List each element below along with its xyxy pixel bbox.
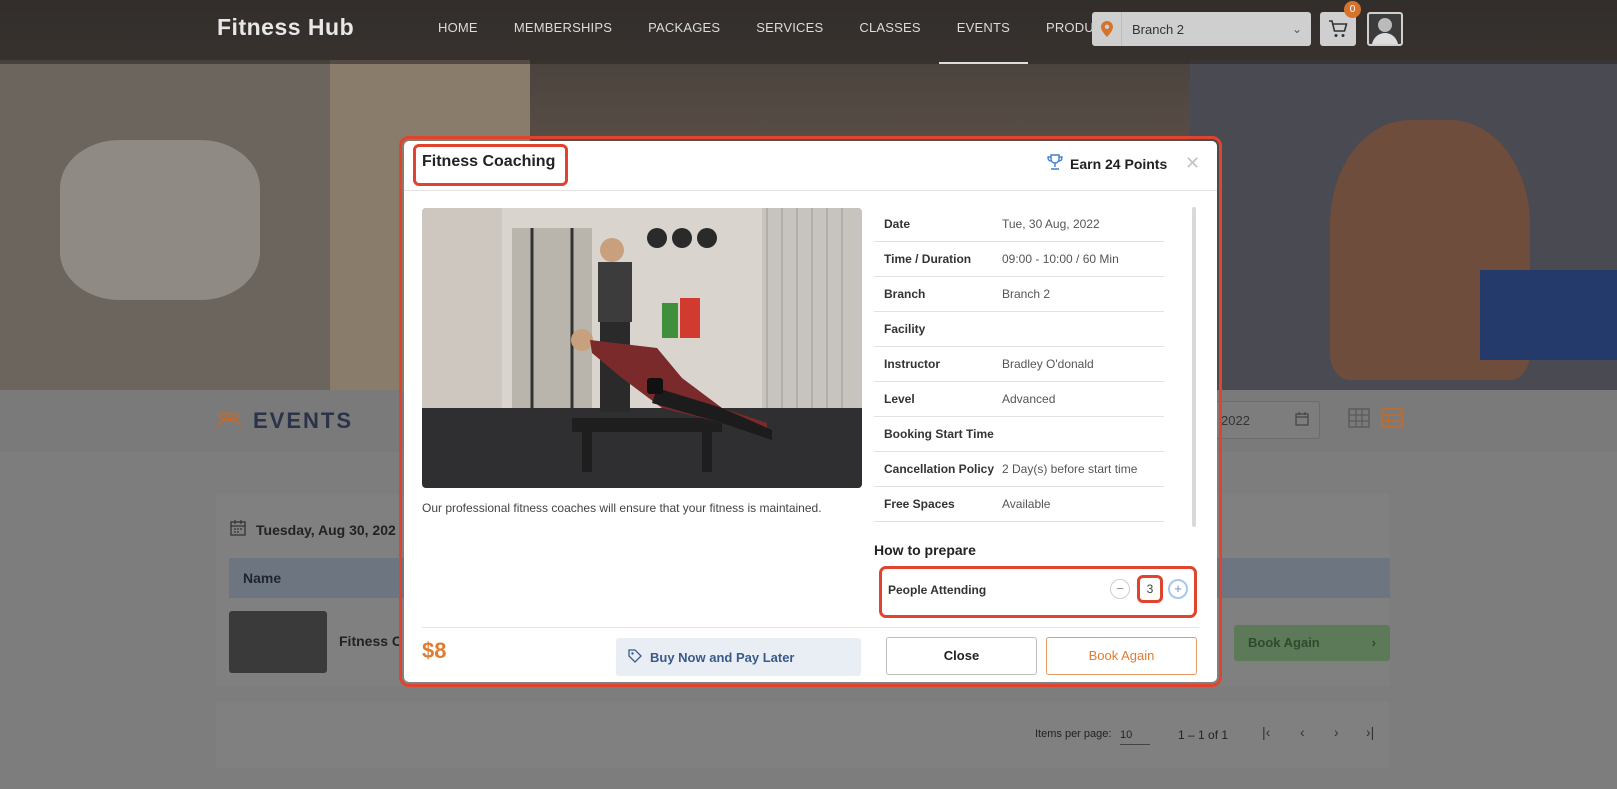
detail-row: Instructor Bradley O'donald bbox=[874, 347, 1164, 382]
detail-value: 09:00 - 10:00 / 60 Min bbox=[1002, 252, 1119, 266]
prepare-heading: How to prepare bbox=[874, 542, 976, 558]
close-icon[interactable]: ✕ bbox=[1185, 153, 1200, 174]
attending-count[interactable]: 3 bbox=[1137, 575, 1163, 603]
group-icon bbox=[217, 408, 241, 434]
detail-row: Cancellation Policy 2 Day(s) before start… bbox=[874, 452, 1164, 487]
detail-key: Facility bbox=[884, 322, 926, 336]
events-heading: EVENTS bbox=[217, 408, 353, 434]
detail-row: Time / Duration 09:00 - 10:00 / 60 Min bbox=[874, 242, 1164, 277]
detail-key: Booking Start Time bbox=[884, 427, 994, 441]
close-button[interactable]: Close bbox=[886, 637, 1037, 675]
chevron-right-icon: › bbox=[1371, 635, 1376, 650]
modal-header: Fitness Coaching Earn 24 Points ✕ bbox=[404, 141, 1217, 191]
event-image bbox=[422, 208, 862, 488]
nav-classes[interactable]: CLASSES bbox=[841, 0, 938, 64]
row-book-again-label: Book Again bbox=[1248, 635, 1320, 650]
buy-now-pay-later-button[interactable]: Buy Now and Pay Later bbox=[616, 638, 861, 676]
event-detail-modal: Fitness Coaching Earn 24 Points ✕ Our pr… bbox=[404, 141, 1217, 682]
items-per-page-select[interactable]: 10 bbox=[1120, 725, 1150, 745]
detail-value: Tue, 30 Aug, 2022 bbox=[1002, 217, 1100, 231]
cart-icon bbox=[1329, 20, 1348, 37]
event-description: Our professional fitness coaches will en… bbox=[422, 501, 822, 515]
main-nav: HOME MEMBERSHIPS PACKAGES SERVICES CLASS… bbox=[420, 0, 1139, 64]
detail-value: Branch 2 bbox=[1002, 287, 1051, 301]
event-details-table: Date Tue, 30 Aug, 2022 Time / Duration 09:… bbox=[874, 207, 1164, 522]
column-name: Name bbox=[243, 570, 282, 586]
table-view-icon[interactable] bbox=[1381, 408, 1405, 430]
nav-events[interactable]: EVENTS bbox=[938, 0, 1028, 64]
prev-page-icon[interactable]: ‹ bbox=[1300, 724, 1305, 740]
detail-key: Branch bbox=[884, 287, 926, 301]
row-book-again-button[interactable]: Book Again › bbox=[1234, 625, 1390, 661]
branch-select[interactable]: Branch 2 ⌄ bbox=[1092, 12, 1311, 46]
nav-packages[interactable]: PACKAGES bbox=[630, 0, 738, 64]
bnpl-label: Buy Now and Pay Later bbox=[650, 649, 795, 665]
calendar-icon bbox=[1295, 411, 1309, 429]
detail-row: Free Spaces Available bbox=[874, 487, 1164, 522]
details-scrollbar[interactable] bbox=[1192, 207, 1196, 527]
date-filter[interactable]: 2022 bbox=[1208, 401, 1320, 439]
detail-key: Time / Duration bbox=[884, 252, 972, 266]
date-filter-value: 2022 bbox=[1221, 412, 1250, 428]
location-pin-icon bbox=[1092, 12, 1122, 46]
cart-count-badge: 0 bbox=[1344, 1, 1361, 18]
nav-memberships[interactable]: MEMBERSHIPS bbox=[496, 0, 630, 64]
detail-key: Free Spaces bbox=[884, 497, 955, 511]
pagination-range: 1 – 1 of 1 bbox=[1178, 728, 1229, 742]
nav-home[interactable]: HOME bbox=[420, 0, 496, 64]
points-text: Earn 24 Points bbox=[1070, 155, 1168, 172]
items-per-page-label: Items per page: bbox=[1035, 728, 1112, 740]
detail-row: Date Tue, 30 Aug, 2022 bbox=[874, 207, 1164, 242]
events-title-text: EVENTS bbox=[253, 408, 354, 433]
detail-value: Bradley O'donald bbox=[1002, 357, 1094, 371]
branch-value: Branch 2 bbox=[1132, 21, 1185, 37]
increment-button[interactable]: + bbox=[1168, 579, 1188, 599]
detail-key: Instructor bbox=[884, 357, 941, 371]
event-price: $8 bbox=[422, 638, 447, 663]
detail-row: Booking Start Time bbox=[874, 417, 1164, 452]
first-page-icon[interactable]: |‹ bbox=[1262, 724, 1270, 740]
chevron-down-icon: ⌄ bbox=[1291, 22, 1303, 36]
detail-row: Branch Branch 2 bbox=[874, 277, 1164, 312]
footer-divider bbox=[422, 627, 1199, 628]
calendar-icon bbox=[230, 520, 246, 539]
attending-label: People Attending bbox=[888, 583, 987, 597]
last-page-icon[interactable]: ›| bbox=[1366, 724, 1374, 740]
modal-title: Fitness Coaching bbox=[422, 153, 556, 170]
event-thumbnail bbox=[229, 611, 327, 673]
nav-services[interactable]: SERVICES bbox=[738, 0, 841, 64]
detail-row: Level Advanced bbox=[874, 382, 1164, 417]
trophy-icon bbox=[1046, 153, 1064, 174]
event-row-name[interactable]: Fitness C bbox=[339, 633, 402, 649]
decrement-button[interactable]: − bbox=[1110, 579, 1130, 599]
user-avatar[interactable] bbox=[1367, 12, 1403, 46]
detail-value: Available bbox=[1002, 497, 1051, 511]
book-again-button[interactable]: Book Again bbox=[1046, 637, 1197, 675]
brand-logo[interactable]: Fitness Hub bbox=[217, 14, 354, 41]
detail-value: 2 Day(s) before start time bbox=[1002, 462, 1138, 476]
next-page-icon[interactable]: › bbox=[1334, 724, 1339, 740]
grid-view-icon[interactable] bbox=[1348, 408, 1372, 430]
detail-key: Date bbox=[884, 217, 911, 231]
list-date: Tuesday, Aug 30, 202 bbox=[230, 520, 396, 539]
tag-icon bbox=[628, 648, 642, 666]
detail-key: Level bbox=[884, 392, 915, 406]
detail-value: Advanced bbox=[1002, 392, 1056, 406]
detail-row: Facility bbox=[874, 312, 1164, 347]
list-date-text: Tuesday, Aug 30, 202 bbox=[256, 521, 396, 538]
points-badge: Earn 24 Points bbox=[1046, 153, 1167, 174]
detail-key: Cancellation Policy bbox=[884, 462, 995, 476]
